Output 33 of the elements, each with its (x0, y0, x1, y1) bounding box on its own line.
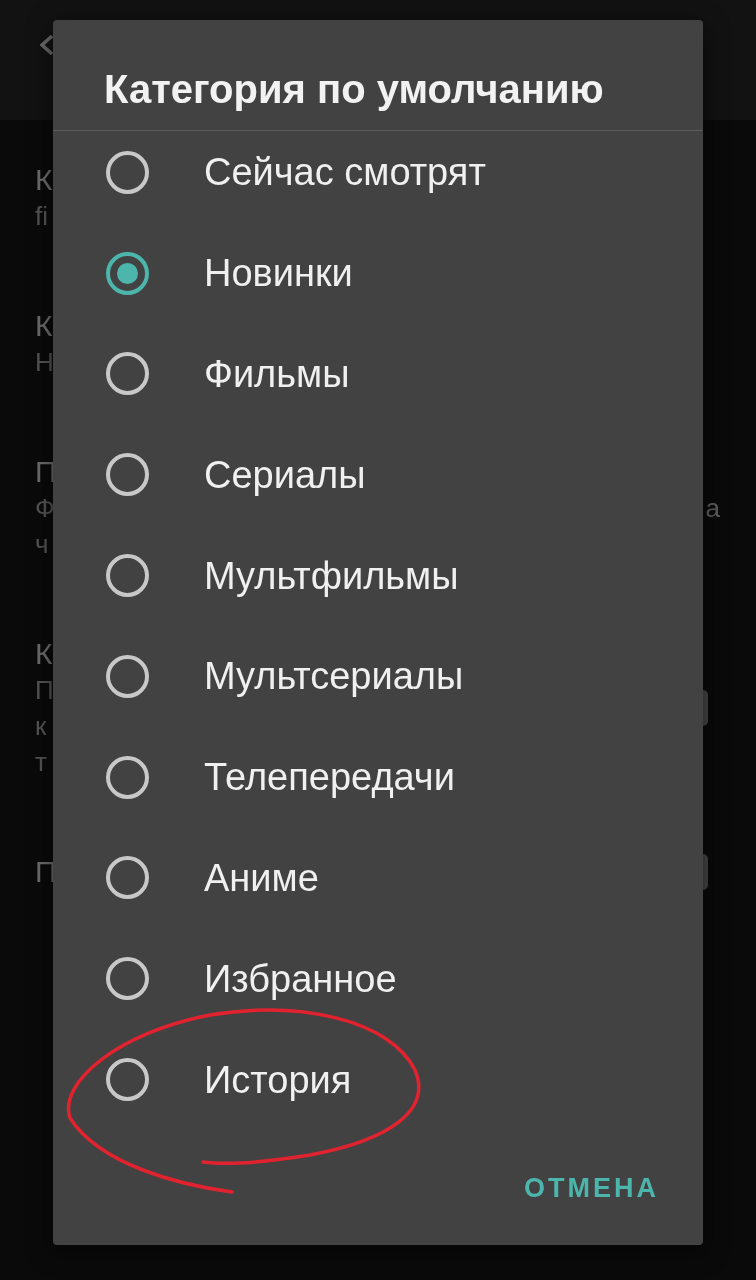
setting-summary: ч (35, 528, 49, 561)
radio-option[interactable]: Новинки (106, 251, 353, 296)
radio-option[interactable]: Мультфильмы (106, 553, 459, 598)
setting-summary: fi (35, 200, 48, 233)
radio-button-icon[interactable] (106, 150, 149, 194)
setting-summary: к (35, 710, 47, 743)
radio-option[interactable]: История (106, 1057, 352, 1102)
radio-option[interactable]: Телепередачи (106, 755, 455, 800)
radio-button-icon[interactable] (106, 1058, 149, 1102)
radio-button-icon[interactable] (106, 453, 149, 497)
radio-option[interactable]: Аниме (106, 855, 319, 900)
radio-button-icon[interactable] (106, 554, 149, 598)
radio-option[interactable]: Сейчас смотрят (106, 150, 486, 195)
setting-title: К (35, 308, 53, 344)
radio-option[interactable]: Фильмы (106, 352, 350, 396)
radio-button-icon[interactable] (106, 957, 149, 1001)
setting-summary: Н (35, 346, 54, 379)
radio-button-icon[interactable] (106, 856, 149, 900)
setting-summary: а (705, 492, 720, 525)
setting-summary: т (35, 746, 47, 779)
radio-option[interactable]: Сериалы (106, 452, 366, 497)
radio-button-icon[interactable] (106, 654, 149, 698)
setting-title: К (35, 636, 53, 672)
cancel-button[interactable]: ОТМЕНА (508, 1151, 675, 1224)
dialog-title: Категория по умолчанию (104, 66, 604, 112)
radio-button-icon[interactable] (106, 352, 149, 396)
setting-summary: П (35, 674, 54, 707)
setting-summary: Ф (35, 492, 55, 525)
radio-button-icon[interactable] (106, 755, 149, 799)
setting-title: К (35, 162, 53, 198)
radio-option[interactable]: Мультсериалы (106, 654, 464, 699)
radio-button-icon[interactable] (106, 251, 149, 295)
radio-option[interactable]: Избранное (106, 956, 397, 1001)
